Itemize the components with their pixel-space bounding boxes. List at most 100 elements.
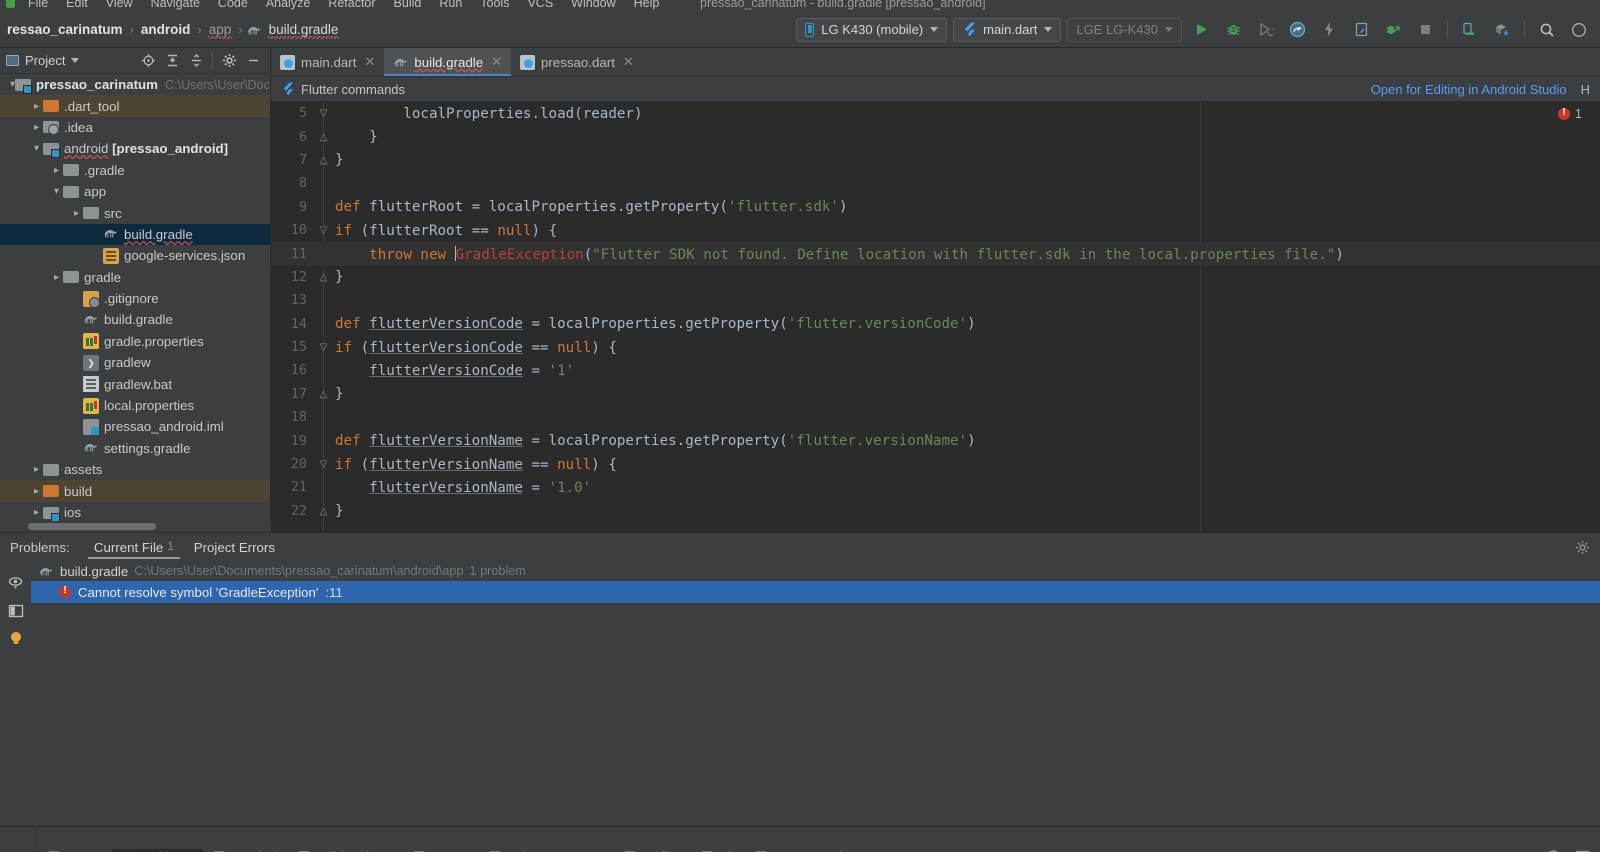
open-devtools-button[interactable] — [1348, 17, 1374, 43]
code-line-18[interactable]: 18 — [271, 406, 1600, 429]
run-configuration-selector[interactable]: main.dart — [953, 17, 1062, 42]
fold-marker[interactable]: △ — [316, 506, 331, 517]
status-item-profiler[interactable]: Profiler — [614, 849, 692, 852]
code-line-12[interactable]: 12 △} — [271, 266, 1600, 289]
event-log-icon[interactable] — [1546, 849, 1561, 852]
tree-item-settings-gradle[interactable]: settings.gradle — [0, 438, 270, 459]
code-line-6[interactable]: 6 △ } — [271, 125, 1600, 148]
code-line-13[interactable]: 13 — [271, 289, 1600, 312]
menu-item-run[interactable]: Run — [430, 0, 471, 10]
chevron-right-icon[interactable] — [30, 464, 43, 475]
locate-icon[interactable] — [137, 50, 159, 72]
menu-item-window[interactable]: Window — [562, 0, 624, 10]
code-line-16[interactable]: 16 flutterVersionCode = '1' — [271, 359, 1600, 382]
menu-item-code[interactable]: Code — [209, 0, 257, 10]
editor-tabs[interactable]: main.dart ✕ build.gradle ✕ pressao.dart ✕ — [271, 48, 1600, 76]
tree-item-src[interactable]: src — [0, 202, 270, 223]
menu-item-edit[interactable]: Edit — [57, 0, 97, 10]
status-item-app-inspection[interactable]: App Inspection — [745, 849, 867, 852]
fold-marker[interactable]: ▽ — [316, 342, 331, 353]
editor-error-badge[interactable]: 1 — [1558, 107, 1582, 121]
chevron-right-icon[interactable] — [30, 486, 43, 497]
hide-panel-icon[interactable] — [242, 50, 264, 72]
code-line-19[interactable]: 19 def flutterVersionName = localProperti… — [271, 429, 1600, 452]
menu-item-build[interactable]: Build — [385, 0, 431, 10]
tree-item--gradle[interactable]: .gradle — [0, 160, 270, 181]
tree-item-local-properties[interactable]: local.properties — [0, 395, 270, 416]
close-icon[interactable]: ✕ — [491, 54, 502, 70]
menu-item-analyze[interactable]: Analyze — [257, 0, 319, 10]
tree-item-gradle[interactable]: gradle — [0, 267, 270, 288]
chevron-right-icon[interactable] — [50, 272, 63, 283]
fold-marker[interactable]: ▽ — [316, 108, 331, 119]
tab-project-errors[interactable]: Project Errors — [184, 533, 285, 561]
help-icon[interactable] — [1566, 17, 1592, 43]
fold-marker[interactable]: △ — [316, 155, 331, 166]
tree-item-google-services-json[interactable]: google-services.json — [0, 245, 270, 266]
breadcrumb-item-1[interactable]: android — [138, 22, 194, 37]
tree-item-pressao-carinatum[interactable]: pressao_carinatum C:\Users\User\Doc — [0, 74, 270, 95]
tab-current-file[interactable]: Current File 1 — [84, 533, 184, 561]
code-line-17[interactable]: 17 △} — [271, 383, 1600, 406]
problem-item[interactable]: Cannot resolve symbol 'GradleException' … — [31, 581, 1600, 603]
code-line-21[interactable]: 21 flutterVersionName = '1.0' — [271, 476, 1600, 499]
device-manager-button[interactable] — [1457, 17, 1483, 43]
code-line-10[interactable]: 10 ▽ if (flutterRoot == null) { — [271, 219, 1600, 242]
chevron-down-icon[interactable] — [50, 186, 63, 197]
status-item-problems[interactable]: Problems — [111, 848, 203, 852]
project-tree[interactable]: pressao_carinatum C:\Users\User\Doc .dart_… — [0, 74, 270, 521]
attach-debugger-button[interactable] — [1380, 17, 1406, 43]
tree-item-assets[interactable]: assets — [0, 459, 270, 480]
code-line-7[interactable]: 7 △} — [271, 149, 1600, 172]
target-device-selector[interactable]: LGE LG-K430 — [1067, 17, 1182, 42]
tree-item-app[interactable]: app — [0, 181, 270, 202]
chevron-right-icon[interactable] — [70, 208, 83, 219]
expand-all-icon[interactable] — [161, 50, 183, 72]
chevron-down-icon[interactable] — [30, 143, 43, 154]
chevron-right-icon[interactable] — [30, 122, 43, 133]
chevron-right-icon[interactable] — [30, 507, 43, 518]
tree-item-ios[interactable]: ios — [0, 502, 270, 521]
status-item-debug[interactable]: Debug — [479, 849, 554, 852]
settings-icon[interactable] — [218, 50, 240, 72]
code-line-5[interactable]: 5 ▽ localProperties.load(reader) — [271, 102, 1600, 125]
layout-icon[interactable] — [1575, 849, 1590, 852]
breadcrumb-item-3[interactable]: build.gradle — [247, 22, 342, 39]
close-icon[interactable]: ✕ — [364, 54, 375, 70]
fold-marker[interactable]: △ — [316, 132, 331, 143]
fold-marker[interactable]: ▽ — [316, 459, 331, 470]
sdk-manager-button[interactable] — [1489, 17, 1515, 43]
status-item-git[interactable]: Git — [691, 849, 744, 852]
code-line-15[interactable]: 15 ▽ if (flutterVersionCode == null) { — [271, 336, 1600, 359]
editor-tab-pressao-dart[interactable]: pressao.dart ✕ — [511, 48, 643, 76]
code-line-11[interactable]: 11 throw new GradleException("Flutter SD… — [271, 242, 1600, 266]
menu-item-tools[interactable]: Tools — [471, 0, 518, 10]
problems-settings-button[interactable] — [1575, 540, 1600, 555]
status-item-terminal[interactable]: Terminal — [203, 849, 288, 852]
run-button[interactable] — [1188, 17, 1214, 43]
tree-item-build[interactable]: build — [0, 480, 270, 502]
menu-item-navigate[interactable]: Navigate — [142, 0, 209, 10]
fold-marker[interactable]: △ — [316, 272, 331, 283]
tree-item--idea[interactable]: .idea — [0, 117, 270, 138]
tree-item-build-gradle[interactable]: build.gradle — [0, 309, 270, 330]
run-with-coverage-button[interactable] — [1252, 17, 1278, 43]
editor-tab-build-gradle[interactable]: build.gradle ✕ — [384, 48, 512, 76]
sidebar-horizontal-scrollbar[interactable] — [0, 521, 271, 532]
menu-item-refactor[interactable]: Refactor — [319, 0, 384, 10]
tree-item-pressao-android-iml[interactable]: pressao_android.iml — [0, 416, 270, 437]
menu-item-vcs[interactable]: VCS — [518, 0, 562, 10]
device-selector[interactable]: LG K430 (mobile) — [796, 17, 948, 42]
collapse-all-icon[interactable] — [185, 50, 207, 72]
breadcrumb-item-2[interactable]: app — [206, 22, 235, 39]
lightbulb-icon[interactable] — [8, 630, 24, 647]
code-line-22[interactable]: 22 △} — [271, 500, 1600, 523]
search-everywhere-icon[interactable] — [1534, 17, 1560, 43]
hot-reload-button[interactable] — [1316, 17, 1342, 43]
split-view-icon[interactable] — [8, 603, 24, 619]
chevron-down-icon[interactable] — [71, 58, 80, 63]
chevron-right-icon[interactable] — [30, 101, 43, 112]
fold-marker[interactable]: △ — [316, 389, 331, 400]
breadcrumb-item-0[interactable]: ressao_carinatum — [4, 22, 126, 37]
tree-item-gradlew-bat[interactable]: gradlew.bat — [0, 373, 270, 394]
